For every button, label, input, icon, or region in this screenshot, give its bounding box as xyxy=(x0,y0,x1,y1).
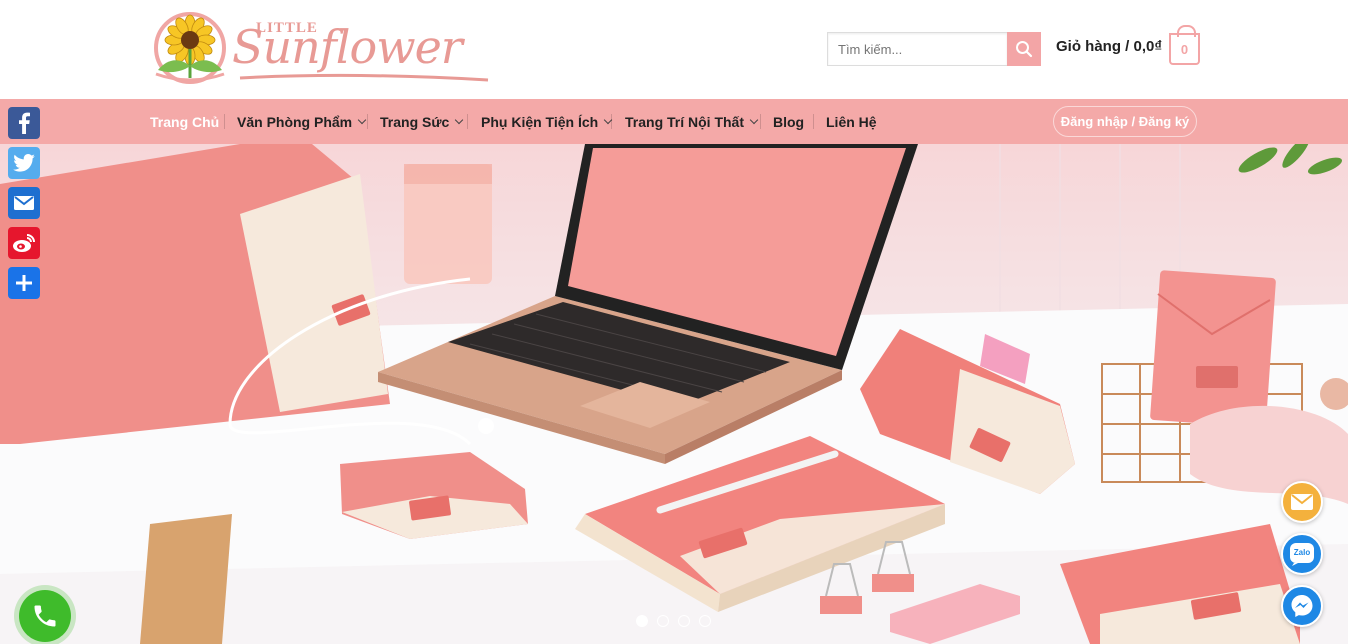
hero-slider[interactable] xyxy=(0,144,1348,644)
floating-mail-button[interactable] xyxy=(1281,481,1323,523)
cart-count: 0 xyxy=(1180,41,1189,57)
cart-count-icon[interactable]: 0 xyxy=(1169,25,1200,65)
nav-item-interior[interactable]: Trang Trí Nội Thất xyxy=(625,99,759,144)
slider-dot[interactable] xyxy=(699,615,711,627)
nav-label: Blog xyxy=(773,113,805,130)
slider-dot[interactable] xyxy=(636,615,648,627)
email-icon xyxy=(14,196,34,210)
nav-item-accessories[interactable]: Phụ Kiện Tiện Ích xyxy=(481,99,613,144)
slider-dots xyxy=(636,615,711,627)
site-logo[interactable]: LITTLE Sunflower xyxy=(152,12,492,88)
nav-divider xyxy=(467,114,468,129)
floating-call-button[interactable] xyxy=(19,590,71,642)
site-header: LITTLE Sunflower Giỏ hàng / 0,0₫ 0 xyxy=(0,0,1348,99)
twitter-icon xyxy=(13,154,35,172)
search-button[interactable] xyxy=(1007,32,1041,66)
chevron-down-icon xyxy=(357,115,367,124)
nav-label: Văn Phòng Phẩm xyxy=(237,113,353,130)
mail-icon xyxy=(1291,494,1313,510)
chevron-down-icon xyxy=(749,115,759,124)
weibo-icon xyxy=(13,234,35,252)
chevron-down-icon xyxy=(455,115,464,124)
nav-item-home[interactable]: Trang Chủ xyxy=(150,99,219,144)
nav-item-stationery[interactable]: Văn Phòng Phẩm xyxy=(237,99,367,144)
nav-divider xyxy=(367,114,368,129)
nav-divider xyxy=(224,114,225,129)
cart-link[interactable]: Giỏ hàng / 0,0₫ xyxy=(1056,38,1162,55)
search-icon xyxy=(1016,41,1033,58)
nav-label: Phụ Kiện Tiện Ích xyxy=(481,113,599,130)
messenger-icon xyxy=(1291,595,1313,617)
slider-dot[interactable] xyxy=(678,615,690,627)
nav-divider xyxy=(813,114,814,129)
nav-divider xyxy=(760,114,761,129)
facebook-share-button[interactable] xyxy=(8,107,40,139)
twitter-share-button[interactable] xyxy=(8,147,40,179)
share-more-button[interactable] xyxy=(8,267,40,299)
search-input[interactable] xyxy=(827,32,1007,66)
hero-image xyxy=(0,144,1348,644)
nav-divider xyxy=(611,114,612,129)
floating-zalo-button[interactable]: Zalo xyxy=(1281,533,1323,575)
phone-icon xyxy=(34,605,56,627)
nav-label: Trang Chủ xyxy=(150,113,220,130)
nav-label: Liên Hệ xyxy=(826,113,877,130)
floating-messenger-button[interactable] xyxy=(1281,585,1323,627)
nav-label: Trang Sức xyxy=(380,113,450,130)
login-register-button[interactable]: Đăng nhập / Đăng ký xyxy=(1053,106,1197,137)
nav-label: Trang Trí Nội Thất xyxy=(625,113,745,130)
search-form xyxy=(827,32,1041,66)
slider-dot[interactable] xyxy=(657,615,669,627)
logo-wordmark: Sunflower xyxy=(232,20,463,74)
email-share-button[interactable] xyxy=(8,187,40,219)
facebook-icon xyxy=(19,112,30,134)
zalo-label: Zalo xyxy=(1293,548,1311,557)
nav-item-contact[interactable]: Liên Hệ xyxy=(826,99,877,144)
nav-item-jewelry[interactable]: Trang Sức xyxy=(380,99,464,144)
nav-item-blog[interactable]: Blog xyxy=(773,99,804,144)
share-icon xyxy=(16,275,32,291)
weibo-share-button[interactable] xyxy=(8,227,40,259)
